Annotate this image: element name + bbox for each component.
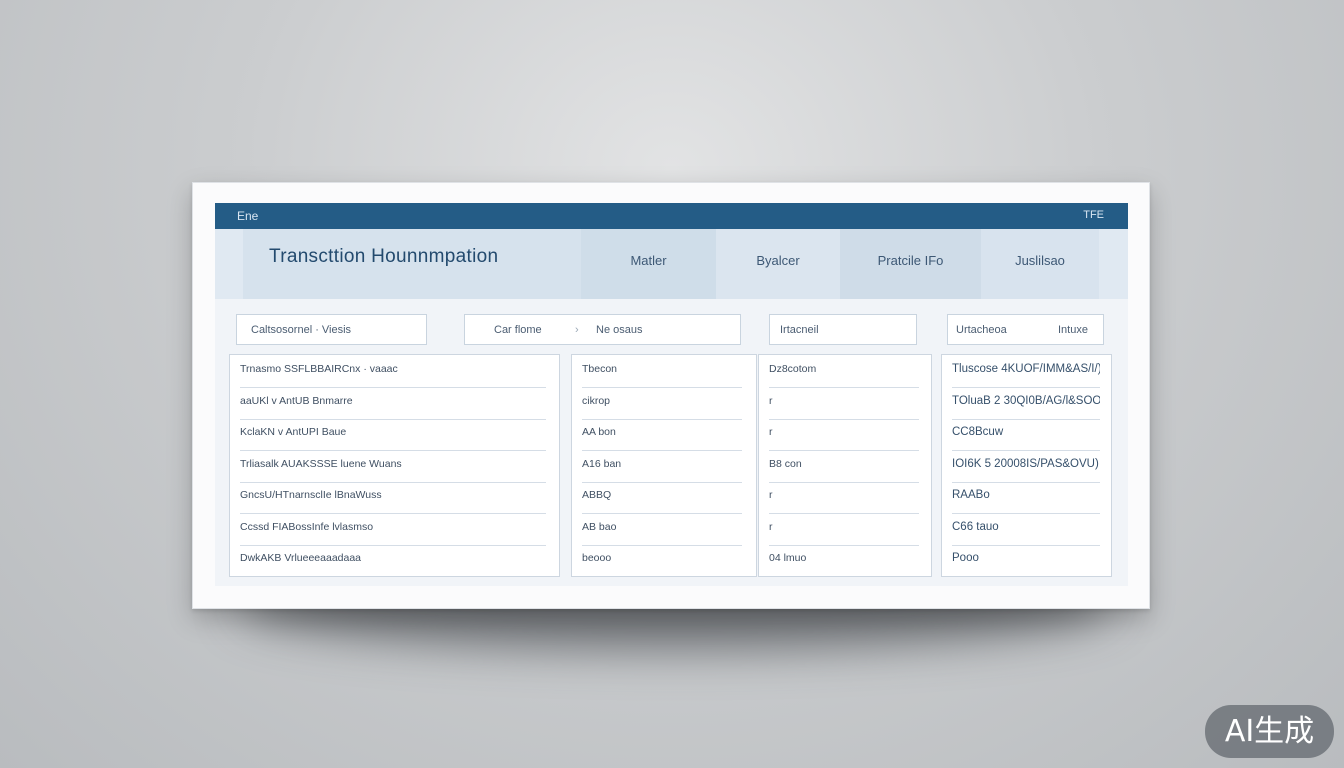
- header: Transcttion Hounnmpation Matler Byalcer …: [215, 229, 1128, 299]
- table-row[interactable]: cikrop: [582, 387, 742, 420]
- table-row[interactable]: r: [769, 418, 919, 451]
- table-column-details: Tluscose 4KUOF/IMM&AS/I/) TOluaB 2 30QI0…: [941, 354, 1112, 577]
- table-cell: r: [769, 489, 773, 501]
- table-row[interactable]: ABBQ: [582, 481, 742, 514]
- table-cell: CC8Bcuw: [952, 426, 1004, 438]
- filter-field-3-label: Irtacneil: [780, 324, 819, 336]
- page-title: Transcttion Hounnmpation: [269, 246, 499, 267]
- filter-field-4-value: Intuxe: [1058, 324, 1088, 336]
- table-row[interactable]: Tbecon: [582, 355, 742, 388]
- table-row[interactable]: B8 con: [769, 450, 919, 483]
- filter-field-2-value: Ne osaus: [596, 324, 643, 336]
- table-cell: TOluaB 2 30QI0B/AG/l&SOO): [952, 395, 1100, 407]
- table-cell: beooo: [582, 552, 612, 564]
- tab-pratcile[interactable]: Pratcile IFo: [840, 229, 981, 299]
- table-row[interactable]: r: [769, 387, 919, 420]
- table-row[interactable]: beooo: [582, 544, 742, 576]
- table-cell: AB bao: [582, 521, 617, 533]
- filter-field-3[interactable]: Irtacneil: [769, 314, 917, 345]
- transaction-window: Ene TFE Transcttion Hounnmpation Matler …: [215, 203, 1128, 586]
- table-row[interactable]: Tluscose 4KUOF/IMM&AS/I/): [952, 355, 1100, 388]
- filter-field-2-label: Car flome: [494, 324, 542, 336]
- table-row[interactable]: Pooo: [952, 544, 1100, 576]
- table-row[interactable]: CC8Bcuw: [952, 418, 1100, 451]
- table-row[interactable]: IOI6K 5 20008IS/PAS&OVU): [952, 450, 1100, 483]
- filter-field-4[interactable]: Urtacheoa Intuxe: [947, 314, 1104, 345]
- table-column-description: Trnasmo SSFLBBAIRCnx · vaaac aaUKl v Ant…: [229, 354, 560, 577]
- table-row[interactable]: KclaKN v AntUPI Baue: [240, 418, 546, 451]
- table-cell: AA bon: [582, 426, 616, 438]
- table-row[interactable]: Trnasmo SSFLBBAIRCnx · vaaac: [240, 355, 546, 388]
- table-row[interactable]: DwkAKB Vrlueeeaaadaaa: [240, 544, 546, 576]
- table-cell: ABBQ: [582, 489, 612, 501]
- table-row[interactable]: r: [769, 513, 919, 546]
- table-cell: Tbecon: [582, 363, 618, 375]
- table-row[interactable]: GncsU/HTnarnsclIe lBnaWuss: [240, 481, 546, 514]
- table-row[interactable]: Trliasalk AUAKSSSE luene Wuans: [240, 450, 546, 483]
- table-cell: Tluscose 4KUOF/IMM&AS/I/): [952, 363, 1100, 375]
- table-cell: C66 tauo: [952, 521, 999, 533]
- table-column-type: Tbecon cikrop AA bon A16 ban ABBQ AB bao…: [571, 354, 757, 577]
- table-row[interactable]: AB bao: [582, 513, 742, 546]
- table-row[interactable]: Ccssd FIABossInfe lvlasmso: [240, 513, 546, 546]
- table-row[interactable]: RAABo: [952, 481, 1100, 514]
- chevron-right-icon: ›: [575, 324, 579, 336]
- tab-juslilsao[interactable]: Juslilsao: [981, 229, 1099, 299]
- tab-byalcer[interactable]: Byalcer: [716, 229, 840, 299]
- table-column-amount: Dz8cotom r r B8 con r r 04 lmuo: [758, 354, 932, 577]
- table-cell: Trnasmo SSFLBBAIRCnx · vaaac: [240, 363, 398, 375]
- table-cell: IOI6K 5 20008IS/PAS&OVU): [952, 458, 1099, 470]
- table-cell: DwkAKB Vrlueeeaaadaaa: [240, 552, 362, 564]
- table-cell: aaUKl v AntUB Bnmarre: [240, 395, 353, 407]
- table-cell: r: [769, 521, 773, 533]
- table-row[interactable]: aaUKl v AntUB Bnmarre: [240, 387, 546, 420]
- filter-field-1[interactable]: Caltsosornel · Viesis: [236, 314, 427, 345]
- table-row[interactable]: Dz8cotom: [769, 355, 919, 388]
- table-cell: GncsU/HTnarnsclIe lBnaWuss: [240, 489, 382, 501]
- table-cell: Pooo: [952, 552, 979, 564]
- table-row[interactable]: A16 ban: [582, 450, 742, 483]
- table-cell: A16 ban: [582, 458, 622, 470]
- tab-matler[interactable]: Matler: [581, 229, 716, 299]
- table-cell: Dz8cotom: [769, 363, 817, 375]
- title-panel: Transcttion Hounnmpation: [243, 229, 581, 299]
- table-cell: cikrop: [582, 395, 611, 407]
- ai-generated-badge: AI生成: [1205, 705, 1334, 758]
- filter-field-4-label: Urtacheoa: [956, 324, 1007, 336]
- title-bar-left-label: Ene: [237, 209, 259, 223]
- title-bar: Ene TFE: [215, 203, 1128, 229]
- table-cell: r: [769, 426, 773, 438]
- filter-field-1-label: Caltsosornel · Viesis: [251, 324, 352, 336]
- table-cell: Trliasalk AUAKSSSE luene Wuans: [240, 458, 402, 470]
- table-row[interactable]: C66 tauo: [952, 513, 1100, 546]
- table-cell: 04 lmuo: [769, 552, 807, 564]
- table-row[interactable]: r: [769, 481, 919, 514]
- title-bar-right-label: TFE: [1083, 209, 1104, 221]
- table-row[interactable]: AA bon: [582, 418, 742, 451]
- table-cell: RAABo: [952, 489, 990, 501]
- table-cell: KclaKN v AntUPI Baue: [240, 426, 347, 438]
- table-row[interactable]: TOluaB 2 30QI0B/AG/l&SOO): [952, 387, 1100, 420]
- table-row[interactable]: 04 lmuo: [769, 544, 919, 576]
- table-cell: Ccssd FIABossInfe lvlasmso: [240, 521, 374, 533]
- table-cell: B8 con: [769, 458, 802, 470]
- table-cell: r: [769, 395, 773, 407]
- filter-field-2[interactable]: Car flome › Ne osaus: [464, 314, 741, 345]
